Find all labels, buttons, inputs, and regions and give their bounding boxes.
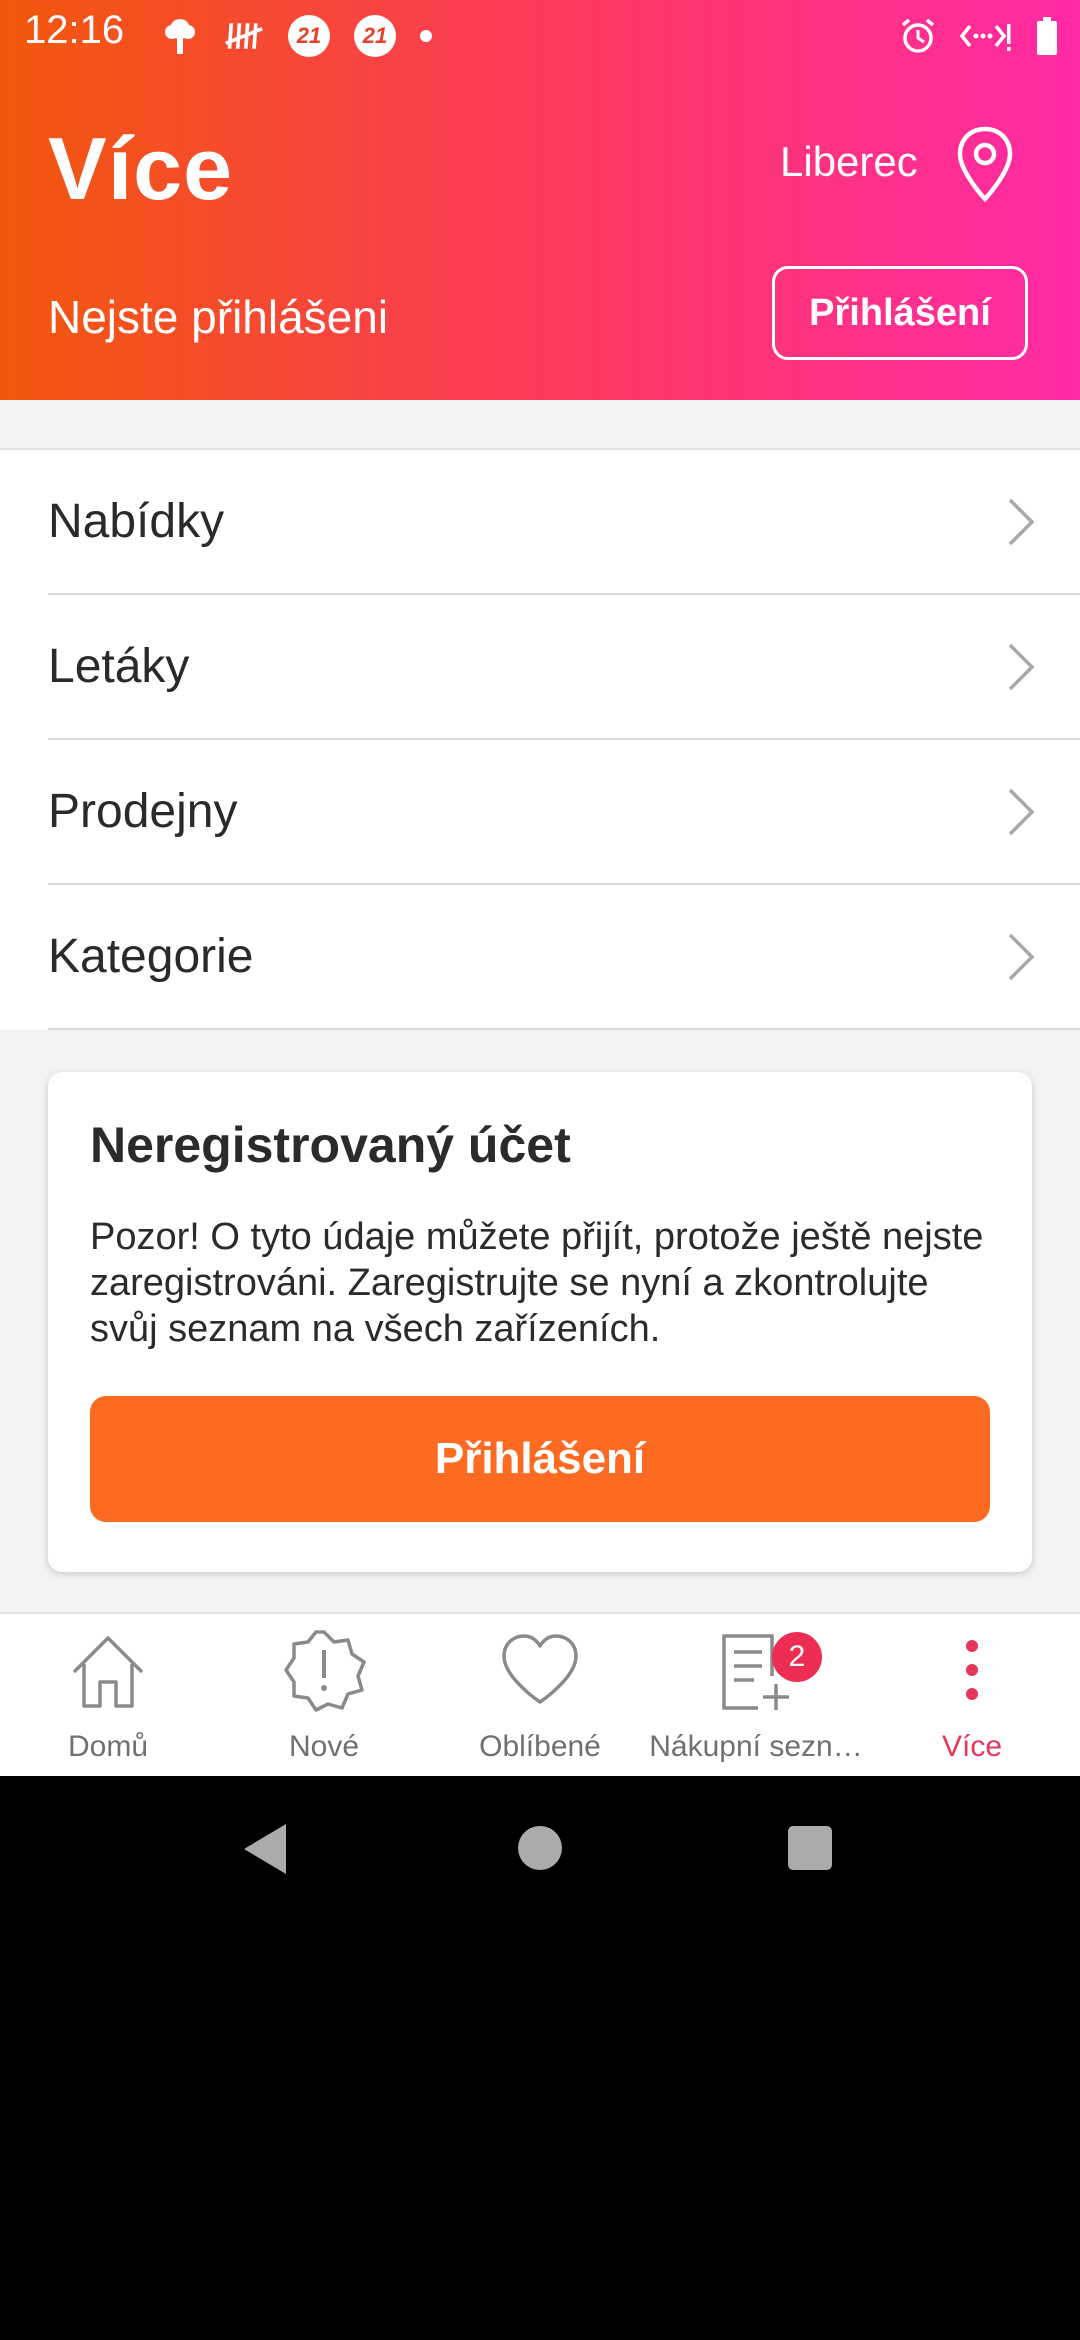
header-login-button[interactable]: Přihlášení <box>772 266 1028 360</box>
nav-item-shopping-list[interactable]: 2 Nákupní sezn… <box>648 1614 864 1778</box>
status-bar: 12:16 21 21 <box>0 0 1080 72</box>
tally-notification-icon <box>224 16 264 56</box>
battery-icon <box>1034 16 1060 56</box>
header: 12:16 21 21 Více Liberec Nejste přihláše… <box>0 0 1080 400</box>
more-icon <box>966 1640 978 1700</box>
status-time: 12:16 <box>24 8 125 52</box>
menu-list: Nabídky Letáky Prodejny Kategorie <box>0 448 1080 1030</box>
location-name[interactable]: Liberec <box>780 138 918 186</box>
card-login-button[interactable]: Přihlášení <box>90 1396 990 1522</box>
nav-label: Nové <box>288 1730 360 1763</box>
home-icon <box>72 1636 144 1708</box>
login-status-text: Nejste přihlášeni <box>48 291 389 343</box>
recents-icon[interactable] <box>786 1824 834 1872</box>
chevron-right-icon <box>1008 498 1035 546</box>
nav-item-favorites[interactable]: Oblíbené <box>432 1614 648 1778</box>
menu-item-label: Prodejny <box>48 785 238 838</box>
menu-item-kategorie[interactable]: Kategorie <box>48 885 1080 1030</box>
status-notifications: 21 21 <box>160 12 432 60</box>
new-badge-icon <box>284 1630 366 1712</box>
card-title: Neregistrovaný účet <box>90 1117 571 1173</box>
nav-item-new[interactable]: Nové <box>216 1614 432 1778</box>
chevron-right-icon <box>1008 933 1035 981</box>
alarm-icon <box>898 16 938 56</box>
location-pin-icon[interactable] <box>955 125 1015 205</box>
nav-label: Domů <box>67 1730 149 1763</box>
system-navigation-bar <box>0 1776 1080 1936</box>
status-system-icons <box>898 12 1060 60</box>
data-saver-icon <box>960 16 1012 56</box>
chevron-right-icon <box>1008 788 1035 836</box>
unregistered-account-card: Neregistrovaný účet Pozor! O tyto údaje … <box>48 1072 1032 1572</box>
menu-item-label: Nabídky <box>48 495 225 548</box>
nav-item-home[interactable]: Domů <box>0 1614 216 1778</box>
menu-item-label: Kategorie <box>48 930 254 983</box>
menu-item-label: Letáky <box>48 640 190 693</box>
tree-notification-icon <box>160 16 200 56</box>
nav-label: Oblíbené <box>479 1730 601 1763</box>
nav-label: Více <box>941 1730 1003 1763</box>
page-title: Více <box>48 119 234 218</box>
shopping-list-count-badge: 2 <box>772 1632 822 1682</box>
nav-item-more[interactable]: Více <box>864 1614 1080 1778</box>
heart-icon <box>502 1634 578 1704</box>
notification-badge-1: 21 <box>288 15 330 57</box>
card-text: Pozor! O tyto údaje můžete přijít, proto… <box>90 1216 984 1350</box>
chevron-right-icon <box>1008 643 1035 691</box>
notification-badge-2: 21 <box>354 15 396 57</box>
menu-item-nabidky[interactable]: Nabídky <box>48 450 1080 595</box>
nav-label: Nákupní sezn… <box>649 1730 863 1763</box>
back-icon[interactable] <box>240 1822 290 1876</box>
home-circle-icon[interactable] <box>516 1824 564 1872</box>
menu-item-prodejny[interactable]: Prodejny <box>48 740 1080 885</box>
more-notifications-dot <box>420 30 432 42</box>
bottom-navigation: Domů Nové Oblíbené 2 Nákupní sezn… Více <box>0 1612 1080 1778</box>
menu-item-letaky[interactable]: Letáky <box>48 595 1080 740</box>
main-content: Nabídky Letáky Prodejny Kategorie Neregi… <box>0 400 1080 1614</box>
